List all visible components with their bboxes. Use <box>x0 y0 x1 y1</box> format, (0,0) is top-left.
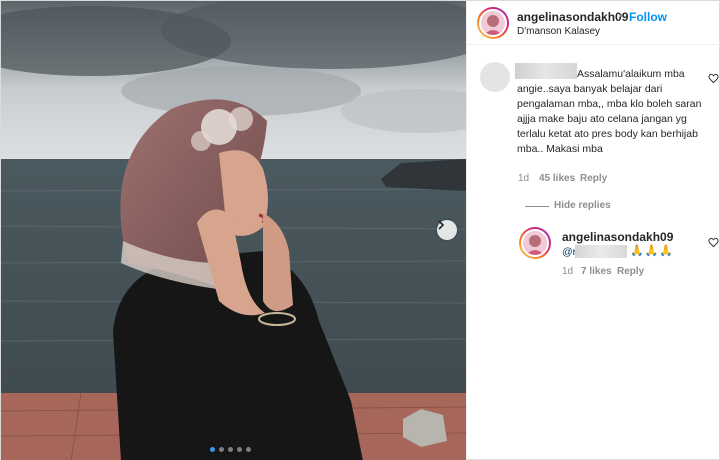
avatar-image <box>523 231 547 255</box>
reply-username[interactable]: angelinasondakh09 <box>562 230 673 244</box>
reply-emoji: 🙏🙏🙏 <box>630 245 675 257</box>
post-photo <box>1 1 466 460</box>
avatar-image <box>481 11 505 35</box>
reply-age: 1d <box>562 266 574 277</box>
reply-likes[interactable]: 7 likes <box>581 266 612 277</box>
carousel-dot <box>237 447 242 452</box>
chevron-right-icon <box>438 220 445 230</box>
carousel-dot <box>228 447 233 452</box>
post-username[interactable]: angelinasondakh09 <box>517 10 628 24</box>
follow-button[interactable]: Follow <box>629 10 667 24</box>
reply-reply-button[interactable]: Reply <box>617 266 644 277</box>
hide-replies-button[interactable]: Hide replies <box>554 200 611 211</box>
post-media[interactable] <box>1 1 466 460</box>
comment-text: Assalamu'alaikum mba angie..saya banyak … <box>517 68 702 155</box>
carousel-dots <box>210 447 251 452</box>
instagram-post: angelinasondakh09 • Follow D'manson Kala… <box>0 0 720 460</box>
comment-age: 1d <box>518 173 530 184</box>
reply-avatar[interactable] <box>521 229 549 257</box>
separator-dot: • <box>619 10 623 22</box>
heart-outline-icon[interactable] <box>708 237 719 248</box>
avatar[interactable] <box>479 9 507 37</box>
post-location[interactable]: D'manson Kalasey <box>517 26 600 37</box>
mention-blurred <box>575 245 627 258</box>
divider-line <box>525 206 549 207</box>
commenter-avatar[interactable] <box>480 62 510 92</box>
carousel-dot <box>246 447 251 452</box>
carousel-next-button[interactable] <box>437 220 457 240</box>
heart-outline-icon[interactable] <box>708 73 719 84</box>
carousel-dot <box>219 447 224 452</box>
comment-likes[interactable]: 45 likes <box>539 173 575 184</box>
post-side-panel: angelinasondakh09 • Follow D'manson Kala… <box>466 1 720 460</box>
carousel-dot <box>210 447 215 452</box>
post-header: angelinasondakh09 • Follow D'manson Kala… <box>467 1 720 45</box>
comment-reply-button[interactable]: Reply <box>580 173 607 184</box>
